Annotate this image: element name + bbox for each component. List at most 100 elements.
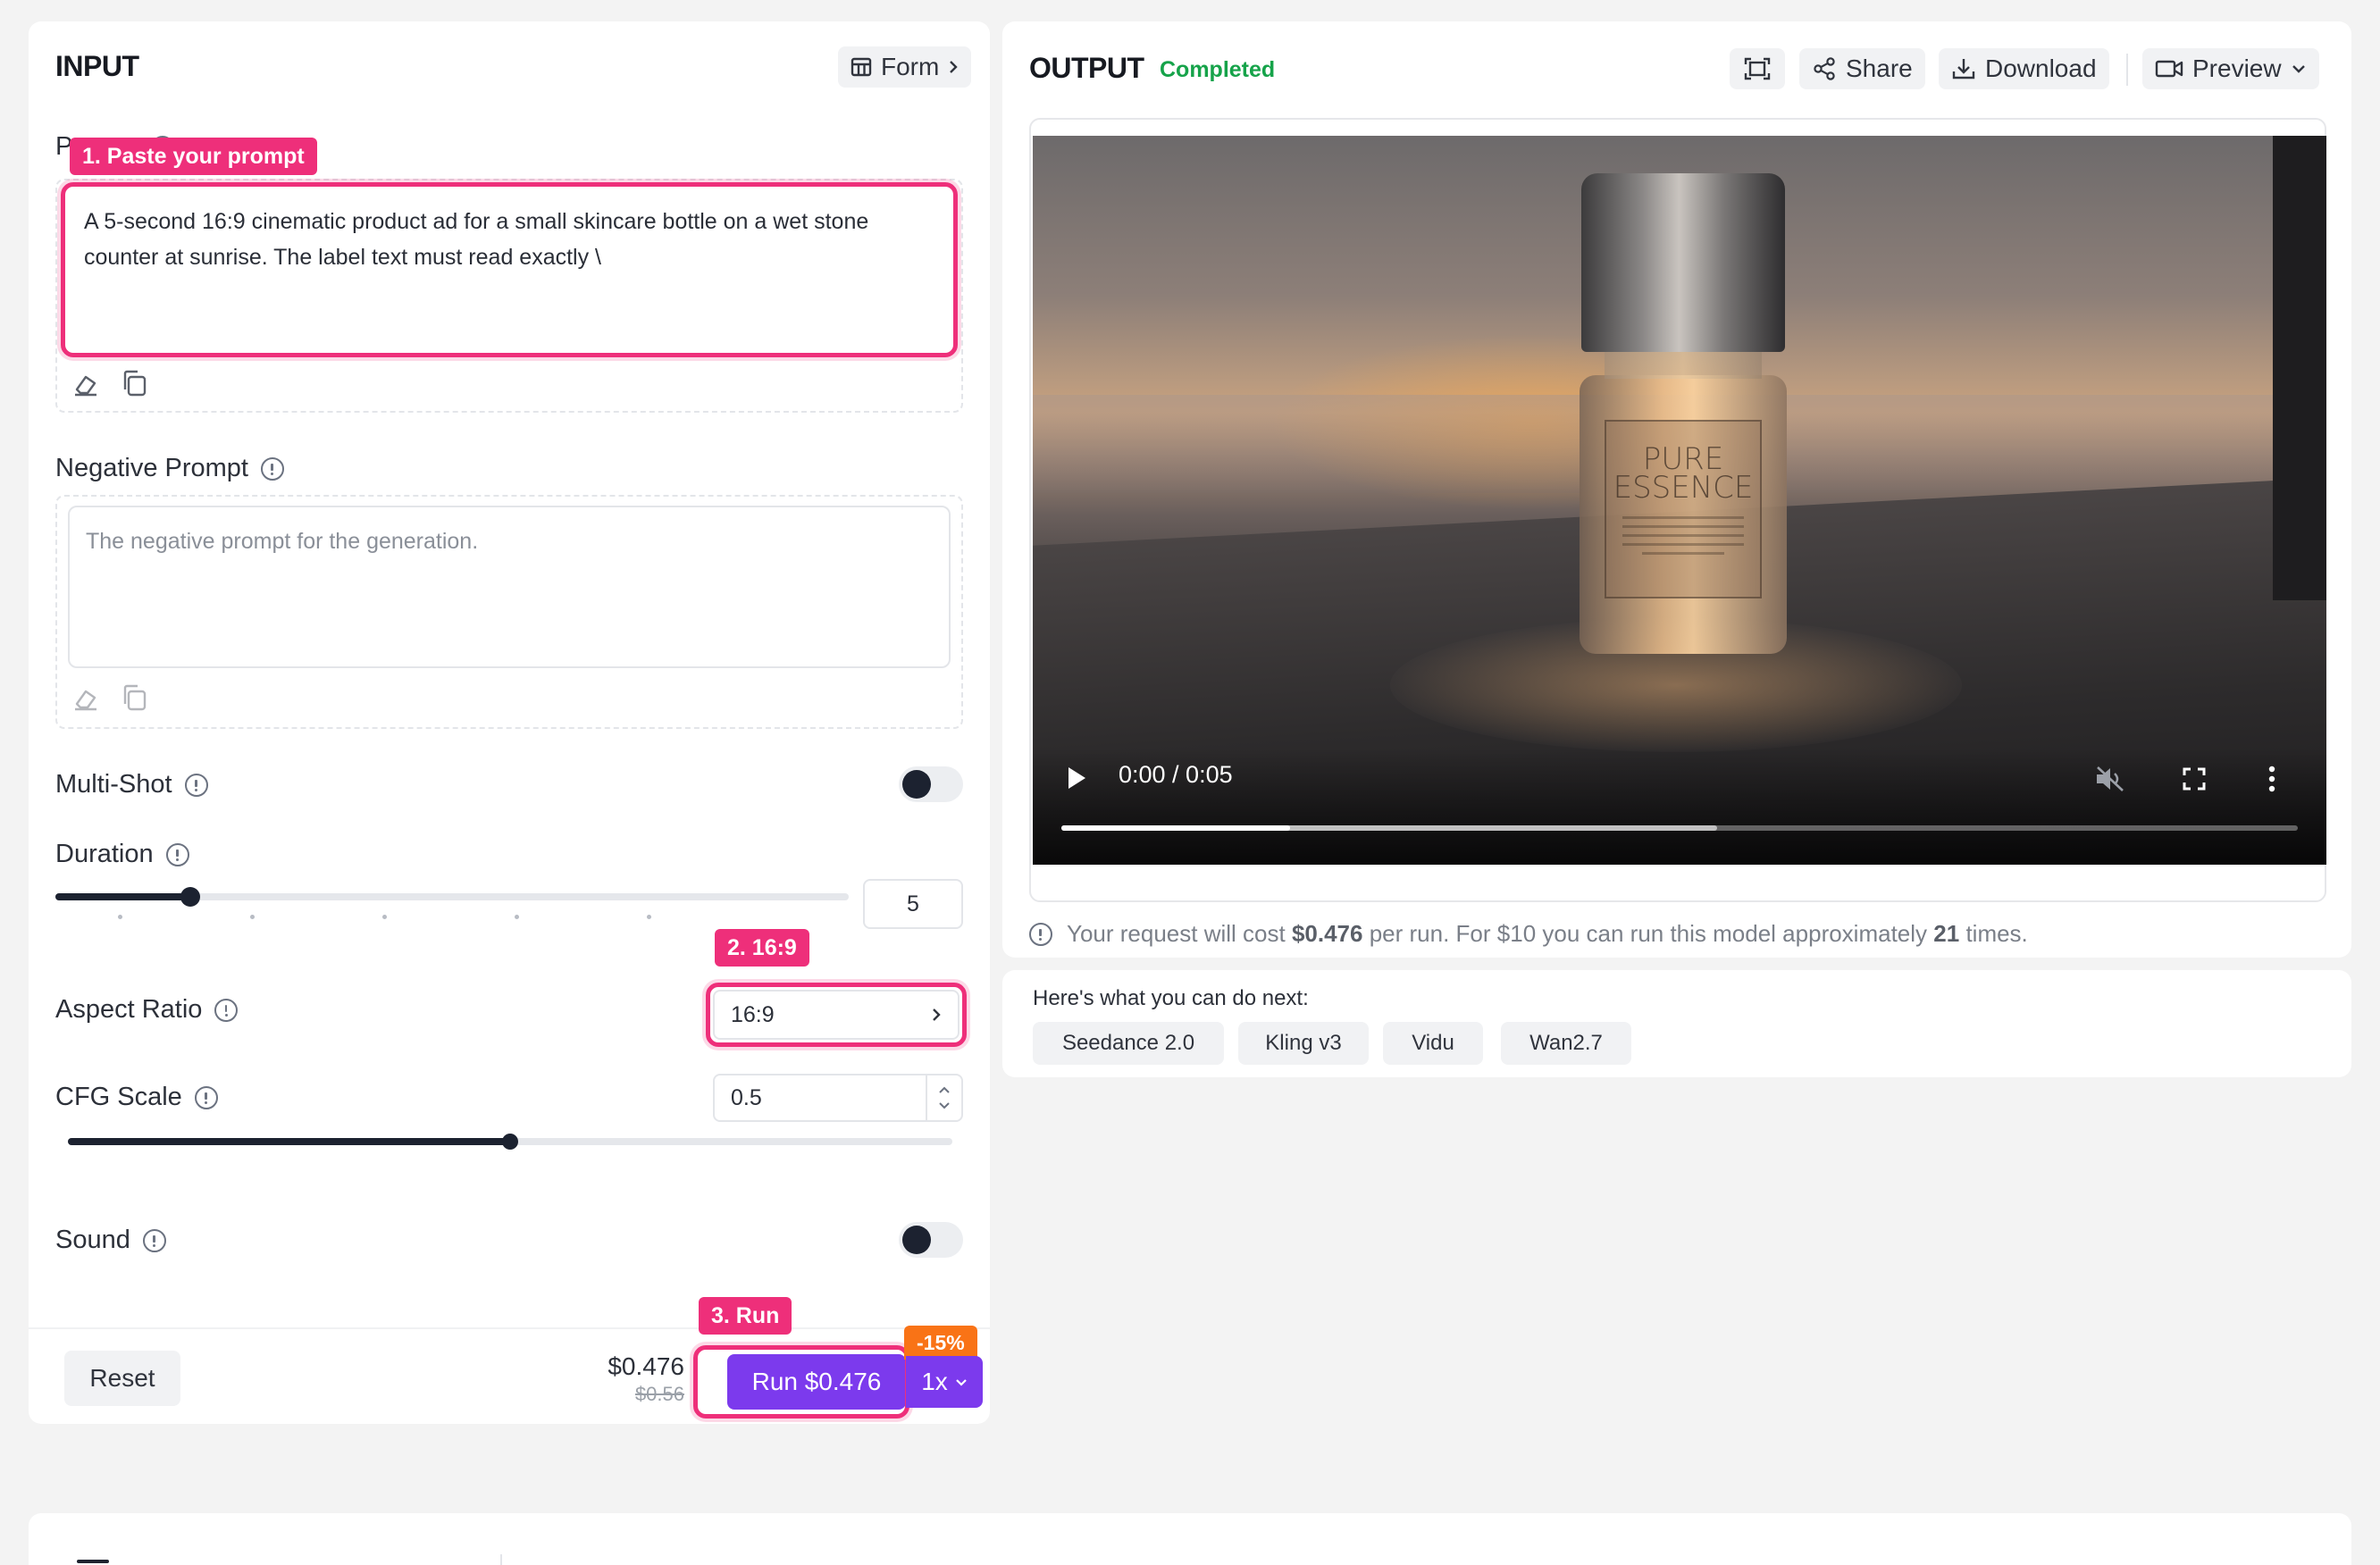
cfg-scale-label: CFG Scale — [55, 1083, 218, 1112]
fullscreen-icon[interactable] — [2182, 766, 2207, 791]
duration-slider[interactable] — [55, 887, 849, 907]
aspect-ratio-label-text: Aspect Ratio — [55, 995, 203, 1024]
video-progress-bar[interactable] — [1061, 825, 2298, 831]
cfg-scale-stepper[interactable] — [926, 1075, 961, 1120]
share-label: Share — [1846, 54, 1913, 82]
slider-tick — [647, 915, 651, 919]
fullscreen-output-button[interactable] — [1730, 48, 1785, 89]
input-panel: INPUT Form Prompt A 5-second 16:9 cinema… — [29, 21, 990, 1424]
run-highlight — [693, 1345, 909, 1419]
cfg-scale-slider[interactable] — [68, 1134, 952, 1150]
step1-annotation: 1. Paste your prompt — [70, 138, 317, 175]
next-model-chip[interactable]: Seedance 2.0 — [1033, 1022, 1224, 1065]
cfg-scale-slider-thumb[interactable] — [502, 1134, 518, 1150]
info-icon[interactable] — [214, 998, 239, 1022]
step2-annotation: 2. 16:9 — [715, 929, 809, 967]
output-panel: OUTPUT Completed Share Download Preview … — [1002, 21, 2351, 958]
next-model-chip[interactable]: Vidu — [1383, 1022, 1483, 1065]
aspect-ratio-highlight — [706, 983, 967, 1047]
sound-toggle[interactable] — [899, 1222, 963, 1258]
info-icon — [1029, 922, 1052, 946]
slider-tick — [250, 915, 255, 919]
input-title: INPUT — [55, 50, 139, 82]
info-icon[interactable] — [261, 456, 284, 481]
cost-note-suffix: times. — [1965, 920, 2028, 947]
chevron-down-icon — [956, 1378, 967, 1386]
negative-prompt-label-text: Negative Prompt — [55, 454, 248, 482]
copy-icon[interactable] — [120, 368, 148, 398]
duration-slider-thumb[interactable] — [180, 887, 200, 907]
duration-input[interactable]: 5 — [863, 879, 963, 929]
toggle-knob — [902, 770, 931, 799]
cost-note: Your request will cost $0.476 per run. F… — [1029, 920, 2028, 948]
eraser-icon[interactable] — [71, 684, 100, 713]
table-icon — [851, 57, 872, 77]
info-icon[interactable] — [142, 1228, 166, 1252]
preview-dropdown[interactable]: Preview — [2142, 48, 2319, 89]
download-icon — [1952, 59, 1975, 80]
download-label: Download — [1985, 54, 2097, 82]
copy-icon[interactable] — [120, 682, 148, 713]
cost-note-middle: per run. For $10 you can run this model … — [1369, 920, 1928, 947]
aspect-ratio-label: Aspect Ratio — [55, 995, 239, 1025]
step3-annotation: 3. Run — [699, 1297, 792, 1335]
eraser-icon[interactable] — [71, 370, 100, 398]
info-icon[interactable] — [194, 1085, 218, 1109]
info-icon[interactable] — [165, 842, 189, 866]
video-played-bar — [1061, 825, 1290, 831]
duration-slider-fill — [55, 893, 190, 900]
next-model-chip[interactable]: Wan2.7 — [1501, 1022, 1631, 1065]
prompt-highlight — [61, 182, 958, 357]
current-price: $0.476 — [608, 1352, 684, 1380]
download-button[interactable]: Download — [1939, 48, 2109, 89]
slider-tick — [515, 915, 519, 919]
sound-label: Sound — [55, 1226, 166, 1255]
bottle-cap — [1581, 173, 1785, 352]
chevron-up-icon[interactable] — [938, 1086, 951, 1094]
next-model-chip[interactable]: Kling v3 — [1238, 1022, 1369, 1065]
form-view-button[interactable]: Form — [838, 46, 972, 88]
chevron-down-icon[interactable] — [938, 1101, 951, 1109]
status-badge: Completed — [1160, 57, 1276, 82]
toggle-knob — [902, 1226, 931, 1254]
video-player-frame: PURE ESSENCE 0:00 / 0:05 — [1029, 118, 2326, 902]
bottle-label-line2: ESSENCE — [1613, 470, 1754, 506]
chevron-right-icon — [950, 61, 959, 73]
share-icon — [1814, 57, 1835, 80]
share-button[interactable]: Share — [1799, 48, 1925, 89]
video-player[interactable]: PURE ESSENCE 0:00 / 0:05 — [1033, 136, 2326, 865]
chevron-down-icon — [2292, 65, 2305, 73]
multiplier-value: 1x — [921, 1368, 948, 1395]
video-time: 0:00 / 0:05 — [1119, 761, 1233, 788]
multi-shot-label: Multi-Shot — [55, 770, 208, 799]
more-options-icon[interactable] — [2267, 765, 2276, 793]
reset-button[interactable]: Reset — [64, 1351, 180, 1406]
muted-volume-icon[interactable] — [2094, 765, 2126, 793]
discount-badge: -15% — [904, 1326, 977, 1360]
negative-prompt-label: Negative Prompt — [55, 454, 284, 483]
label-fine-print — [1622, 543, 1744, 546]
negative-prompt-textarea[interactable]: The negative prompt for the generation. — [68, 506, 951, 668]
info-icon[interactable] — [184, 773, 208, 797]
bottom-panel-divider — [500, 1554, 502, 1565]
bottom-panel — [29, 1513, 2351, 1565]
expand-icon — [1744, 57, 1771, 80]
multi-shot-toggle[interactable] — [899, 766, 963, 802]
cfg-scale-input[interactable]: 0.5 — [713, 1074, 963, 1122]
output-title: OUTPUT — [1029, 52, 1144, 84]
bottle-label: PURE ESSENCE — [1605, 420, 1762, 598]
play-icon[interactable] — [1065, 765, 1088, 791]
video-camera-icon — [2155, 60, 2183, 78]
duration-label-text: Duration — [55, 840, 154, 868]
sound-label-text: Sound — [55, 1226, 130, 1254]
duration-label: Duration — [55, 840, 189, 869]
run-multiplier-dropdown[interactable]: 1x — [906, 1356, 983, 1408]
cfg-scale-label-text: CFG Scale — [55, 1083, 182, 1111]
video-background-wall — [2273, 136, 2326, 600]
toolbar-divider — [2126, 54, 2128, 86]
cfg-scale-value: 0.5 — [731, 1084, 762, 1110]
cost-note-times: 21 — [1933, 920, 1960, 947]
label-fine-print — [1622, 525, 1744, 528]
slider-tick — [118, 915, 122, 919]
form-view-label: Form — [881, 53, 940, 80]
